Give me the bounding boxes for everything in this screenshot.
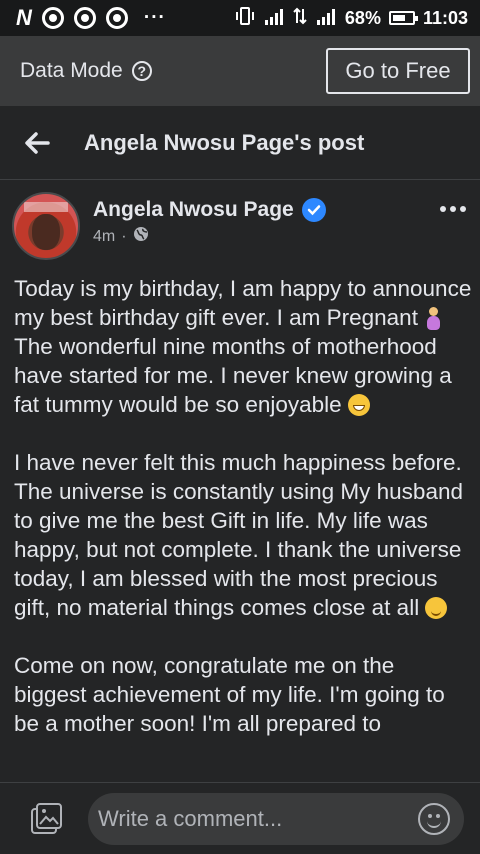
signal-icon-2 bbox=[315, 8, 337, 28]
more-options-icon[interactable] bbox=[440, 206, 466, 212]
post-meta: 4m · bbox=[93, 226, 149, 247]
signal-icon bbox=[263, 8, 285, 28]
comment-bar bbox=[0, 782, 480, 854]
post-paragraph: Today is my birthday, I am happy to anno… bbox=[14, 274, 472, 419]
photo-icon[interactable] bbox=[28, 801, 64, 837]
status-bar: N ··· 68% 11:03 bbox=[0, 0, 480, 36]
post-header: Angela Nwosu Page 4m · bbox=[0, 188, 480, 268]
info-icon[interactable]: ? bbox=[131, 61, 152, 81]
emoji-picker-icon[interactable] bbox=[418, 803, 450, 835]
grinning-face-icon bbox=[347, 394, 370, 416]
globe-icon bbox=[133, 226, 149, 247]
paragraph-text: Today is my birthday, I am happy to anno… bbox=[14, 276, 472, 330]
author-row: Angela Nwosu Page bbox=[93, 198, 326, 222]
chrome-icon bbox=[73, 7, 96, 29]
clock: 11:03 bbox=[422, 7, 468, 28]
pregnant-woman-icon bbox=[424, 307, 442, 330]
post-text: Today is my birthday, I am happy to anno… bbox=[14, 274, 472, 782]
paragraph-text: Come on now, congratulate me on the bigg… bbox=[14, 653, 445, 736]
paragraph-text: The wonderful nine months of motherhood … bbox=[14, 334, 452, 417]
page-title: Angela Nwosu Page's post bbox=[84, 129, 365, 155]
data-transfer-icon bbox=[293, 7, 307, 30]
smiling-face-icon bbox=[425, 597, 448, 619]
data-mode-label: Data Mode bbox=[20, 59, 123, 82]
post-paragraph: I have never felt this much happiness be… bbox=[14, 448, 472, 622]
avatar[interactable] bbox=[12, 192, 80, 260]
data-mode-bar: Data Mode ? Go to Free bbox=[0, 36, 480, 106]
meta-separator: · bbox=[121, 227, 127, 245]
comment-input[interactable] bbox=[88, 793, 464, 845]
author-name[interactable]: Angela Nwosu Page bbox=[93, 198, 294, 222]
battery-percent: 68% bbox=[344, 7, 381, 28]
battery-icon bbox=[388, 11, 418, 25]
vibrate-icon bbox=[235, 6, 255, 30]
post-time[interactable]: 4m bbox=[93, 228, 115, 246]
go-to-free-button[interactable]: Go to Free bbox=[326, 48, 470, 94]
chrome-icon bbox=[105, 7, 128, 29]
paragraph-text: I have never felt this much happiness be… bbox=[14, 450, 463, 620]
chrome-icon bbox=[41, 7, 64, 29]
more-notifications-icon: ··· bbox=[143, 7, 166, 28]
verified-badge-icon bbox=[301, 198, 326, 222]
post-paragraph: Come on now, congratulate me on the bigg… bbox=[14, 651, 472, 738]
battery-fill bbox=[392, 15, 406, 21]
carrier-logo-icon: N bbox=[16, 5, 32, 30]
page-header: Angela Nwosu Page's post bbox=[0, 106, 480, 180]
back-arrow-icon[interactable] bbox=[22, 128, 52, 158]
